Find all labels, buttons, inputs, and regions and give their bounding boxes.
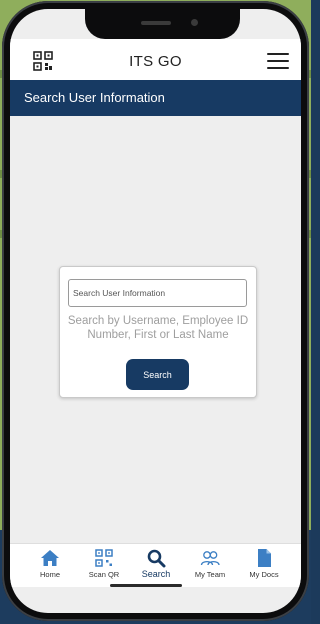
document-icon: [258, 549, 271, 567]
nav-item-scan-qr[interactable]: Scan QR: [76, 548, 132, 579]
nav-label-my-team: My Team: [194, 570, 226, 579]
app-header: ITS GO: [10, 39, 301, 80]
camera-icon: [191, 19, 198, 26]
bottom-nav: Home Scan QR Search My Team My Docs: [10, 543, 301, 587]
phone-frame: ITS GO Search User Information Search by…: [2, 1, 309, 621]
nav-item-home[interactable]: Home: [22, 548, 78, 579]
page-title: Search User Information: [24, 90, 165, 105]
page-header: Search User Information: [10, 80, 301, 116]
qr-code-icon: [95, 549, 113, 567]
nav-item-my-team[interactable]: My Team: [182, 548, 238, 579]
nav-item-search[interactable]: Search: [128, 548, 184, 579]
home-icon: [41, 550, 59, 566]
app-title: ITS GO: [129, 53, 182, 70]
speaker-icon: [141, 21, 171, 25]
search-card: Search by Username, Employee ID Number, …: [59, 266, 257, 398]
team-icon: [200, 551, 220, 566]
nav-item-my-docs[interactable]: My Docs: [236, 548, 292, 579]
nav-label-home: Home: [39, 570, 60, 579]
nav-label-my-docs: My Docs: [249, 570, 279, 579]
phone-notch: [85, 9, 240, 39]
search-input[interactable]: [68, 279, 247, 307]
search-button[interactable]: Search: [126, 359, 189, 390]
hamburger-menu-icon[interactable]: [267, 53, 289, 69]
nav-label-search: Search: [141, 569, 171, 579]
search-icon: [147, 549, 166, 568]
nav-label-scan-qr: Scan QR: [88, 570, 120, 579]
home-indicator[interactable]: [110, 584, 182, 587]
phone-screen: ITS GO Search User Information Search by…: [10, 9, 301, 613]
search-help-text: Search by Username, Employee ID Number, …: [67, 315, 249, 341]
